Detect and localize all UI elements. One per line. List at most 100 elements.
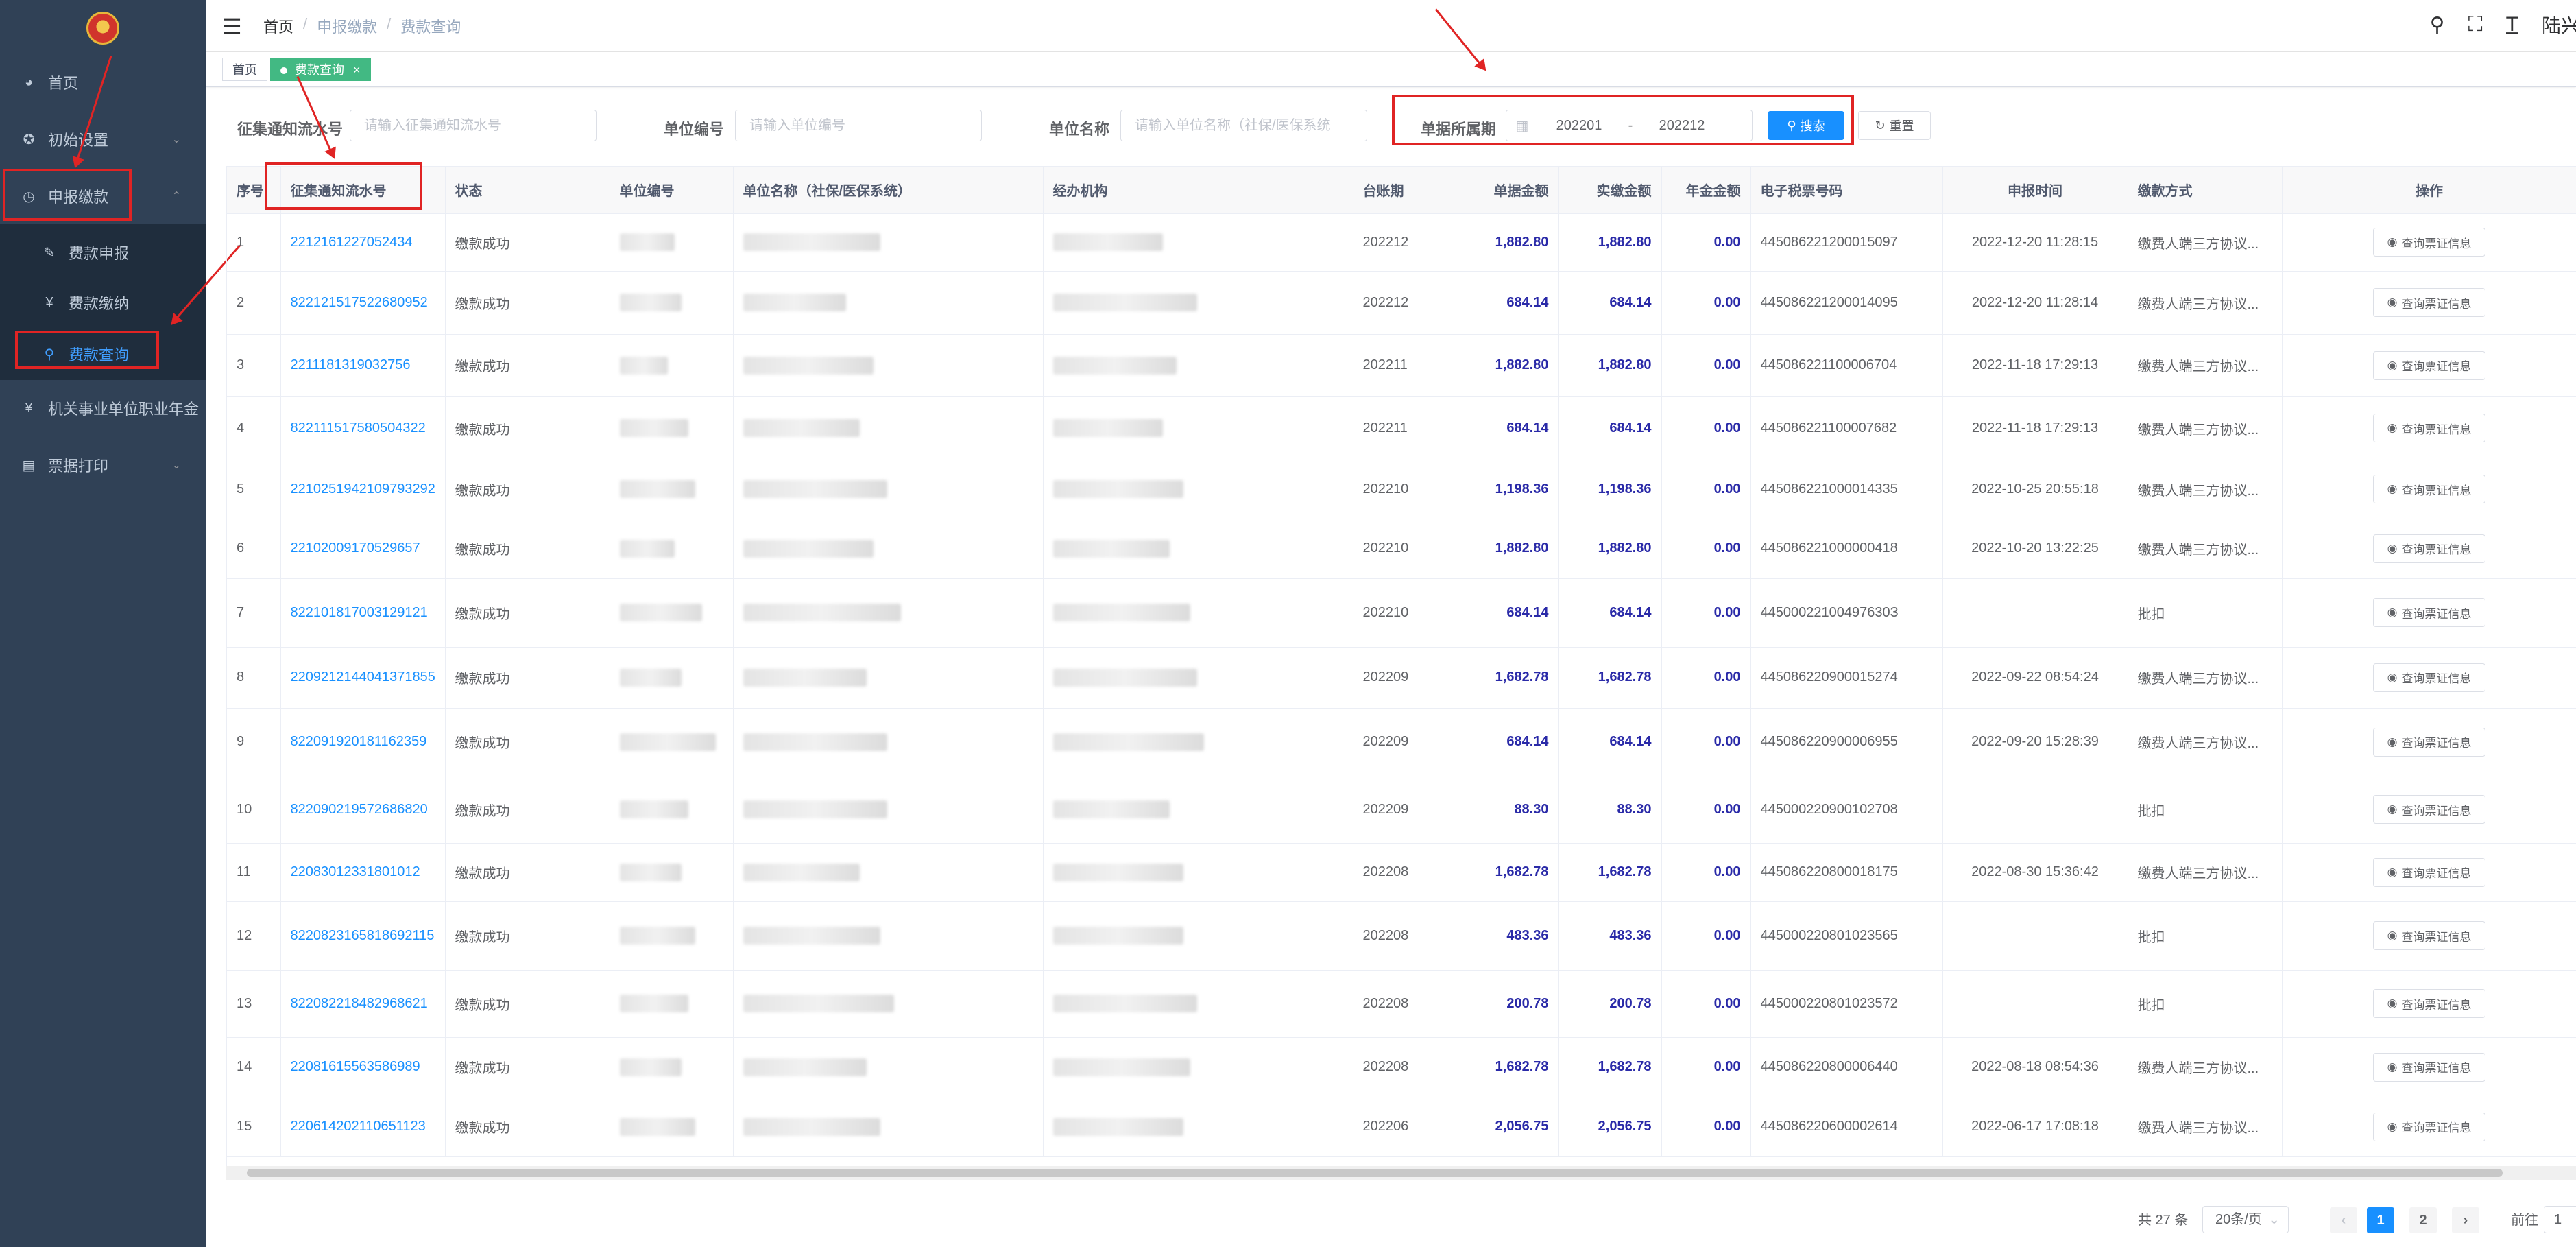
page-2-button[interactable]: 2 — [2409, 1207, 2437, 1233]
search-icon[interactable]: ⚲ — [2430, 13, 2445, 37]
cell-annuity: 0.00 — [1661, 708, 1751, 776]
unit-no-input[interactable] — [735, 110, 982, 141]
reset-button[interactable]: ↻ 重置 — [1858, 111, 1931, 140]
cell-paid: 684.14 — [1558, 396, 1662, 460]
scrollbar-thumb[interactable] — [247, 1169, 2503, 1177]
query-receipt-button[interactable]: ◉ 查询票证信息 — [2372, 1112, 2486, 1141]
period-range-picker[interactable]: ▦ 202201 - 202212 — [1506, 110, 1753, 141]
sidebar-item-home[interactable]: ◕ 首页 — [0, 56, 206, 108]
query-receipt-button[interactable]: ◉ 查询票证信息 — [2372, 727, 2486, 757]
eye-icon: ◉ — [2387, 670, 2398, 684]
cell-agency-redacted — [1043, 460, 1353, 519]
cell-serial-link[interactable]: 2210251942109793292 — [280, 460, 446, 519]
search-button[interactable]: ⚲ 搜索 — [1768, 111, 1844, 140]
query-receipt-button[interactable]: ◉ 查询票证信息 — [2372, 475, 2486, 503]
sidebar-item-occupational-annuity[interactable]: ¥ 机关事业单位职业年金 — [0, 382, 206, 434]
hamburger-icon[interactable]: ☰ — [222, 14, 242, 40]
cell-serial-link[interactable]: 822082218482968621 — [280, 970, 446, 1038]
cell-action: ◉ 查询票证信息 — [2282, 1037, 2576, 1097]
notice-serial-input[interactable] — [350, 110, 597, 141]
query-receipt-label: 查询票证信息 — [2401, 737, 2472, 750]
tag-home[interactable]: 首页 — [222, 58, 267, 81]
cell-serial-link[interactable]: 22102009170529657 — [280, 519, 446, 579]
table-body: 1 2212161227052434 缴款成功 202212 1,882.80 1,882… — [227, 213, 2576, 1157]
page-size-select[interactable]: 20条/页 ⌄ — [2202, 1206, 2289, 1233]
cell-serial-link[interactable]: 2212161227052434 — [280, 213, 446, 272]
redacted-block — [1052, 294, 1197, 311]
cell-serial-link[interactable]: 8220823165818692115 — [280, 901, 446, 971]
prev-page-button[interactable]: ‹ — [2330, 1207, 2357, 1233]
cell-serial-link[interactable]: 822090219572686820 — [280, 776, 446, 844]
font-size-icon[interactable]: T̲ — [2506, 13, 2518, 36]
query-receipt-button[interactable]: ◉ 查询票证信息 — [2372, 921, 2486, 950]
fullscreen-icon[interactable]: ⛶ — [2468, 13, 2483, 36]
close-icon[interactable]: × — [353, 63, 361, 77]
sidebar-item-fee-payment[interactable]: ¥ 费款缴纳 — [0, 276, 206, 329]
cell-serial-link[interactable]: 822121517522680952 — [280, 271, 446, 335]
sidebar-item-fee-declare[interactable]: ✎ 费款申报 — [0, 226, 206, 278]
query-receipt-label: 查询票证信息 — [2401, 930, 2472, 944]
query-receipt-button[interactable]: ◉ 查询票证信息 — [2372, 414, 2486, 442]
redacted-block — [619, 1117, 695, 1136]
cell-unit-no-redacted — [610, 396, 734, 460]
cell-unit-no-redacted — [610, 901, 734, 971]
user-name[interactable]: 陆兴 — [2542, 11, 2576, 38]
redacted-block — [1052, 539, 1170, 558]
unit-name-input[interactable] — [1120, 110, 1367, 141]
cell-unit-no-redacted — [610, 213, 734, 272]
cell-ledger-period: 202210 — [1353, 578, 1456, 648]
cell-paid: 1,682.78 — [1558, 843, 1662, 902]
sidebar-item-receipt-print[interactable]: ▤ 票据打印 ⌄ — [0, 439, 206, 491]
cell-serial-link[interactable]: 822091920181162359 — [280, 708, 446, 776]
period-end[interactable]: 202212 — [1641, 118, 1723, 134]
query-receipt-button[interactable]: ◉ 查询票证信息 — [2372, 228, 2486, 257]
query-receipt-button[interactable]: ◉ 查询票证信息 — [2372, 351, 2486, 380]
cell-serial-link[interactable]: 822111517580504322 — [280, 396, 446, 460]
cell-paid: 483.36 — [1558, 901, 1662, 971]
cell-action: ◉ 查询票证信息 — [2282, 519, 2576, 579]
query-receipt-button[interactable]: ◉ 查询票证信息 — [2372, 534, 2486, 563]
unit-name-label: 单位名称 — [1049, 121, 1110, 138]
tag-fee-query[interactable]: 费款查询 × — [270, 58, 371, 81]
sidebar-item-fee-query[interactable]: ⚲ 费款查询 — [0, 328, 206, 380]
cell-action: ◉ 查询票证信息 — [2282, 460, 2576, 519]
query-receipt-button[interactable]: ◉ 查询票证信息 — [2372, 663, 2486, 692]
cell-serial-link[interactable]: 220614202110651123 — [280, 1097, 446, 1157]
cell-declare-time — [1942, 970, 2128, 1038]
query-receipt-button[interactable]: ◉ 查询票证信息 — [2372, 857, 2486, 887]
cell-serial-link[interactable]: 822101817003129121 — [280, 578, 446, 648]
breadcrumb-home[interactable]: 首页 — [263, 15, 293, 37]
query-receipt-button[interactable]: ◉ 查询票证信息 — [2372, 1052, 2486, 1082]
col-header-status: 状态 — [445, 167, 610, 214]
sidebar-item-label: 费款申报 — [69, 245, 130, 262]
cell-agency-redacted — [1043, 578, 1353, 648]
eye-icon: ◉ — [2387, 735, 2398, 748]
cell-serial-link[interactable]: 22081615563586989 — [280, 1037, 446, 1097]
chevron-up-icon: ⌃ — [171, 191, 181, 202]
redacted-block — [619, 668, 682, 687]
query-receipt-button[interactable]: ◉ 查询票证信息 — [2372, 288, 2486, 317]
query-receipt-label: 查询票证信息 — [2401, 484, 2472, 497]
query-receipt-button[interactable]: ◉ 查询票证信息 — [2372, 989, 2486, 1018]
redacted-block — [743, 539, 874, 558]
goto-page-input[interactable]: 1 — [2544, 1206, 2576, 1233]
cell-unit-name-redacted — [733, 970, 1044, 1038]
redacted-block — [619, 539, 675, 558]
next-page-button[interactable]: › — [2452, 1207, 2479, 1233]
cell-serial-link[interactable]: 2211181319032756 — [280, 334, 446, 397]
cell-serial-link[interactable]: 22083012331801012 — [280, 843, 446, 902]
sidebar-item-initial-settings[interactable]: ✪ 初始设置 ⌄ — [0, 113, 206, 165]
period-start[interactable]: 202201 — [1538, 118, 1620, 134]
settings-icon: ✪ — [23, 132, 35, 147]
cell-agency-redacted — [1043, 901, 1353, 971]
search-icon: ⚲ — [1787, 118, 1796, 132]
cell-no: 13 — [227, 970, 281, 1038]
horizontal-scrollbar[interactable] — [226, 1166, 2576, 1180]
query-receipt-button[interactable]: ◉ 查询票证信息 — [2372, 795, 2486, 824]
page-1-button[interactable]: 1 — [2367, 1207, 2394, 1233]
eye-icon: ◉ — [2387, 482, 2398, 495]
period-label: 单据所属期 — [1421, 121, 1497, 138]
query-receipt-button[interactable]: ◉ 查询票证信息 — [2372, 598, 2486, 627]
sidebar-item-declare-payment[interactable]: ◷ 申报缴款 ⌃ — [0, 170, 206, 222]
cell-serial-link[interactable]: 2209212144041371855 — [280, 647, 446, 709]
